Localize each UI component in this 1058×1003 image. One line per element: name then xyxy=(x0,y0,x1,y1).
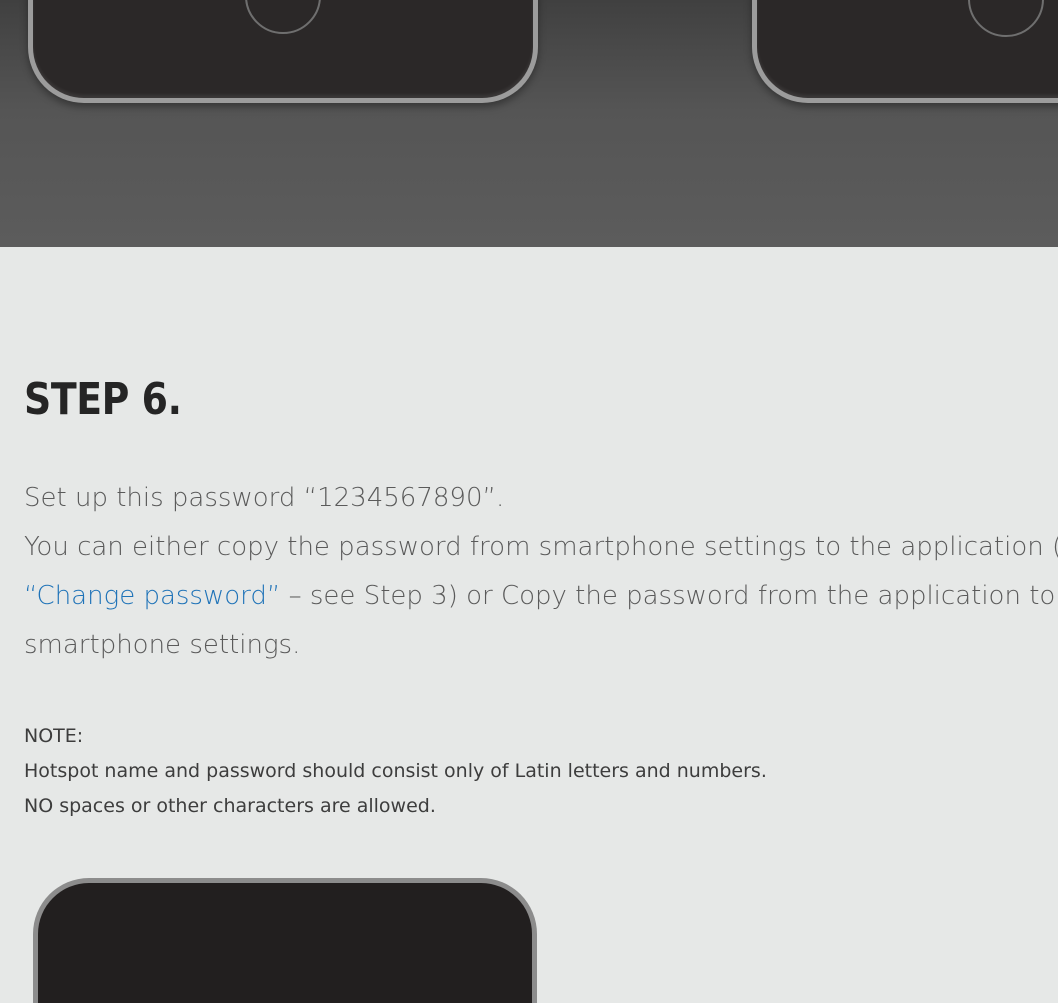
phone-images-banner xyxy=(0,0,1058,247)
note-label: NOTE: xyxy=(24,725,84,747)
step-instructions: Set up this password “1234567890”. You c… xyxy=(24,474,1058,670)
step-heading: STEP 6. xyxy=(24,374,182,425)
smartphone-image-bottom xyxy=(33,878,537,1003)
instruction-line-3-text: – see Step 3) or Copy the password from … xyxy=(280,581,1056,611)
instruction-line-4: smartphone settings. xyxy=(24,630,301,660)
change-password-link[interactable]: “Change password” xyxy=(24,581,280,611)
home-button-icon xyxy=(245,0,321,34)
instruction-line-1: Set up this password “1234567890”. xyxy=(24,483,505,513)
smartphone-image-right xyxy=(752,0,1058,103)
note-line-1: Hotspot name and password should consist… xyxy=(24,760,767,782)
instruction-line-2: You can either copy the password from sm… xyxy=(24,532,1058,562)
instruction-line-3: “Change password” – see Step 3) or Copy … xyxy=(24,572,1058,621)
home-button-icon xyxy=(968,0,1044,37)
note-block: NOTE: Hotspot name and password should c… xyxy=(24,719,767,824)
note-line-2: NO spaces or other characters are allowe… xyxy=(24,795,436,817)
smartphone-image-left xyxy=(28,0,538,103)
